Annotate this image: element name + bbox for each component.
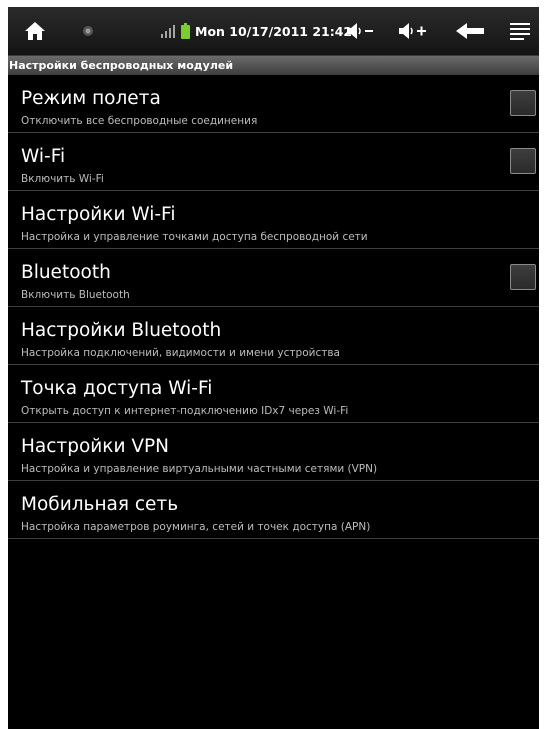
list-item-title: Настройки VPN (21, 436, 170, 457)
list-item-subtitle: Открыть доступ к интернет-подключению ID… (21, 405, 349, 417)
list-item-title: Мобильная сеть (21, 494, 179, 515)
list-item-bluetooth-settings[interactable]: Настройки Bluetooth Настройка подключени… (8, 307, 539, 365)
list-item-title: Wi-Fi (21, 146, 66, 167)
battery-icon (179, 7, 191, 55)
list-item-title: Режим полета (21, 88, 161, 109)
list-item-wifi-hotspot[interactable]: Точка доступа Wi-Fi Открыть доступ к инт… (8, 365, 539, 423)
volume-down-icon[interactable] (345, 7, 375, 55)
list-item-subtitle: Включить Wi-Fi (21, 173, 104, 185)
list-item-wifi[interactable]: Wi-Fi Включить Wi-Fi (8, 133, 539, 191)
list-item-subtitle: Включить Bluetooth (21, 289, 130, 301)
list-item-title: Настройки Wi-Fi (21, 204, 176, 225)
list-item-subtitle: Настройка подключений, видимости и имени… (21, 347, 340, 359)
airplane-mode-checkbox[interactable] (510, 90, 536, 116)
list-item-subtitle: Настройка и управление виртуальными част… (21, 463, 378, 475)
bluetooth-checkbox[interactable] (510, 264, 536, 290)
back-icon[interactable] (453, 7, 487, 55)
settings-list: Режим полета Отключить все беспроводные … (8, 75, 539, 539)
list-item-wifi-settings[interactable]: Настройки Wi-Fi Настройка и управление т… (8, 191, 539, 249)
list-item-subtitle: Настройка параметров роуминга, сетей и т… (21, 521, 371, 533)
section-header: Настройки беспроводных модулей (8, 56, 539, 75)
wifi-checkbox[interactable] (510, 148, 536, 174)
list-item-airplane-mode[interactable]: Режим полета Отключить все беспроводные … (8, 75, 539, 133)
list-item-subtitle: Отключить все беспроводные соединения (21, 115, 258, 127)
status-clock: Mon 10/17/2011 21:42 (195, 23, 353, 39)
list-item-title: Точка доступа Wi-Fi (21, 378, 213, 399)
list-item-subtitle: Настройка и управление точками доступа б… (21, 231, 368, 243)
list-item-bluetooth[interactable]: Bluetooth Включить Bluetooth (8, 249, 539, 307)
menu-icon[interactable] (508, 7, 532, 55)
notification-dot-icon[interactable] (80, 7, 96, 55)
signal-icon (160, 7, 176, 55)
home-icon[interactable] (22, 7, 48, 55)
list-item-vpn-settings[interactable]: Настройки VPN Настройка и управление вир… (8, 423, 539, 481)
list-item-title: Настройки Bluetooth (21, 320, 222, 341)
device-screen: Mon 10/17/2011 21:42 Настройки беспровод… (8, 7, 539, 729)
volume-up-icon[interactable] (396, 7, 430, 55)
list-item-mobile-network[interactable]: Мобильная сеть Настройка параметров роум… (8, 481, 539, 539)
list-item-title: Bluetooth (21, 262, 111, 283)
status-bar: Mon 10/17/2011 21:42 (8, 7, 539, 56)
